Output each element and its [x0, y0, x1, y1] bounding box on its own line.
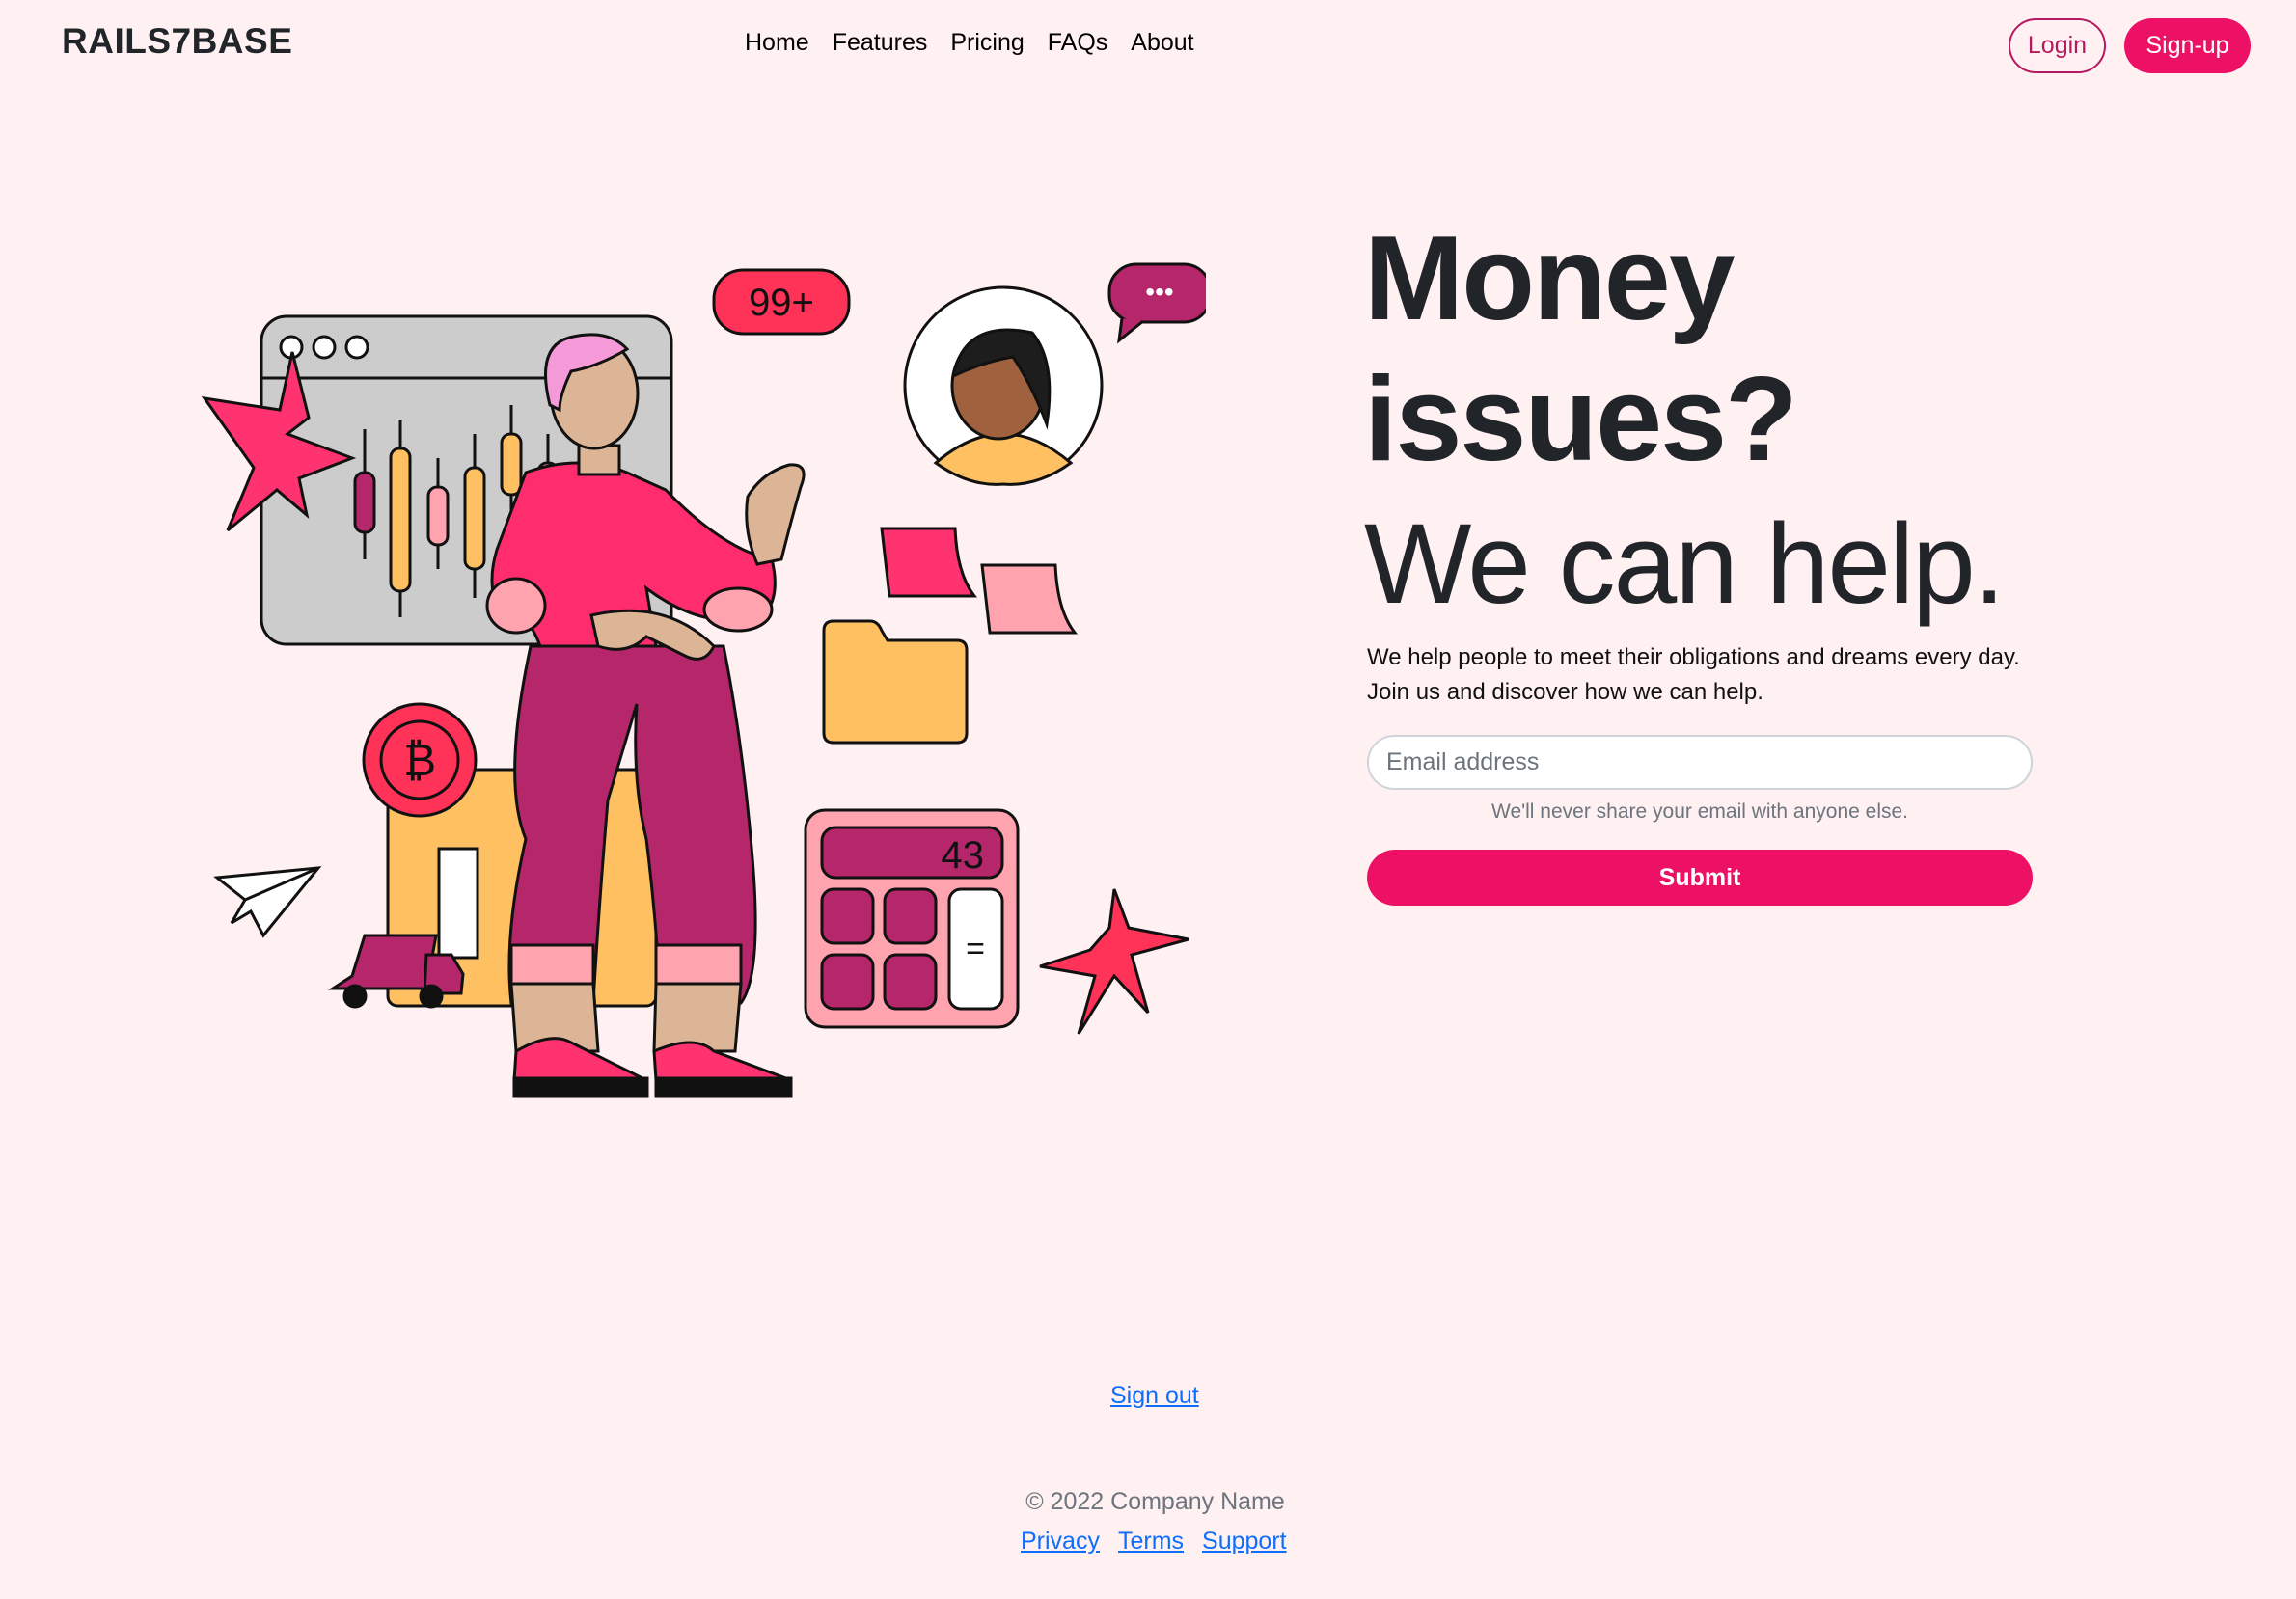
footer-link-support[interactable]: Support [1202, 1528, 1287, 1556]
sign-out-link[interactable]: Sign out [1110, 1382, 1199, 1410]
email-input[interactable] [1367, 735, 2033, 790]
notification-badge-graphic: 99+ [712, 268, 851, 336]
folder-icon [822, 619, 969, 745]
paper-plane-icon [213, 866, 322, 938]
submit-button[interactable]: Submit [1367, 850, 2033, 906]
chat-bubble-text: ••• [1145, 277, 1173, 307]
nav-features[interactable]: Features [833, 29, 928, 57]
nav-pricing[interactable]: Pricing [950, 29, 1024, 57]
main-nav: Home Features Pricing FAQs About [745, 29, 1194, 57]
copyright-text: © 2022 Company Name [1025, 1488, 1285, 1515]
star-decoration-icon-2 [1039, 888, 1189, 1035]
nav-faqs[interactable]: FAQs [1048, 29, 1108, 57]
hero-description: We help people to meet their obligations… [1367, 644, 2020, 705]
nav-about[interactable]: About [1131, 29, 1193, 57]
signup-button[interactable]: Sign-up [2124, 18, 2251, 73]
svg-text:=: = [966, 931, 985, 967]
footer-link-terms[interactable]: Terms [1118, 1528, 1184, 1556]
notification-badge-text: 99+ [749, 282, 814, 324]
calculator-icon: 43 = [804, 808, 1020, 1029]
brand-logo[interactable]: RAILS7BASE [62, 21, 292, 62]
bitcoin-coin-icon: ₿ [362, 702, 478, 818]
email-help-text: We'll never share your email with anyone… [1491, 800, 1908, 823]
hero-subtitle: We can help. [1364, 501, 2006, 628]
footer-links: Privacy Terms Support [1021, 1528, 1287, 1556]
svg-text:43: 43 [942, 834, 985, 877]
sticky-note-graphic [880, 527, 978, 598]
footer-link-privacy[interactable]: Privacy [1021, 1528, 1100, 1556]
svg-text:₿: ₿ [403, 734, 436, 786]
hero-illustration: 99+ ••• ₿ 43 = [201, 262, 1206, 1098]
page: RAILS7BASE Home Features Pricing FAQs Ab… [0, 0, 2296, 1599]
avatar-bubble-graphic: ••• [903, 262, 1206, 486]
nav-home[interactable]: Home [745, 29, 809, 57]
hero-title: Money issues? [1364, 212, 1798, 486]
login-button[interactable]: Login [2009, 18, 2106, 73]
sticky-note-graphic-2 [980, 563, 1079, 635]
